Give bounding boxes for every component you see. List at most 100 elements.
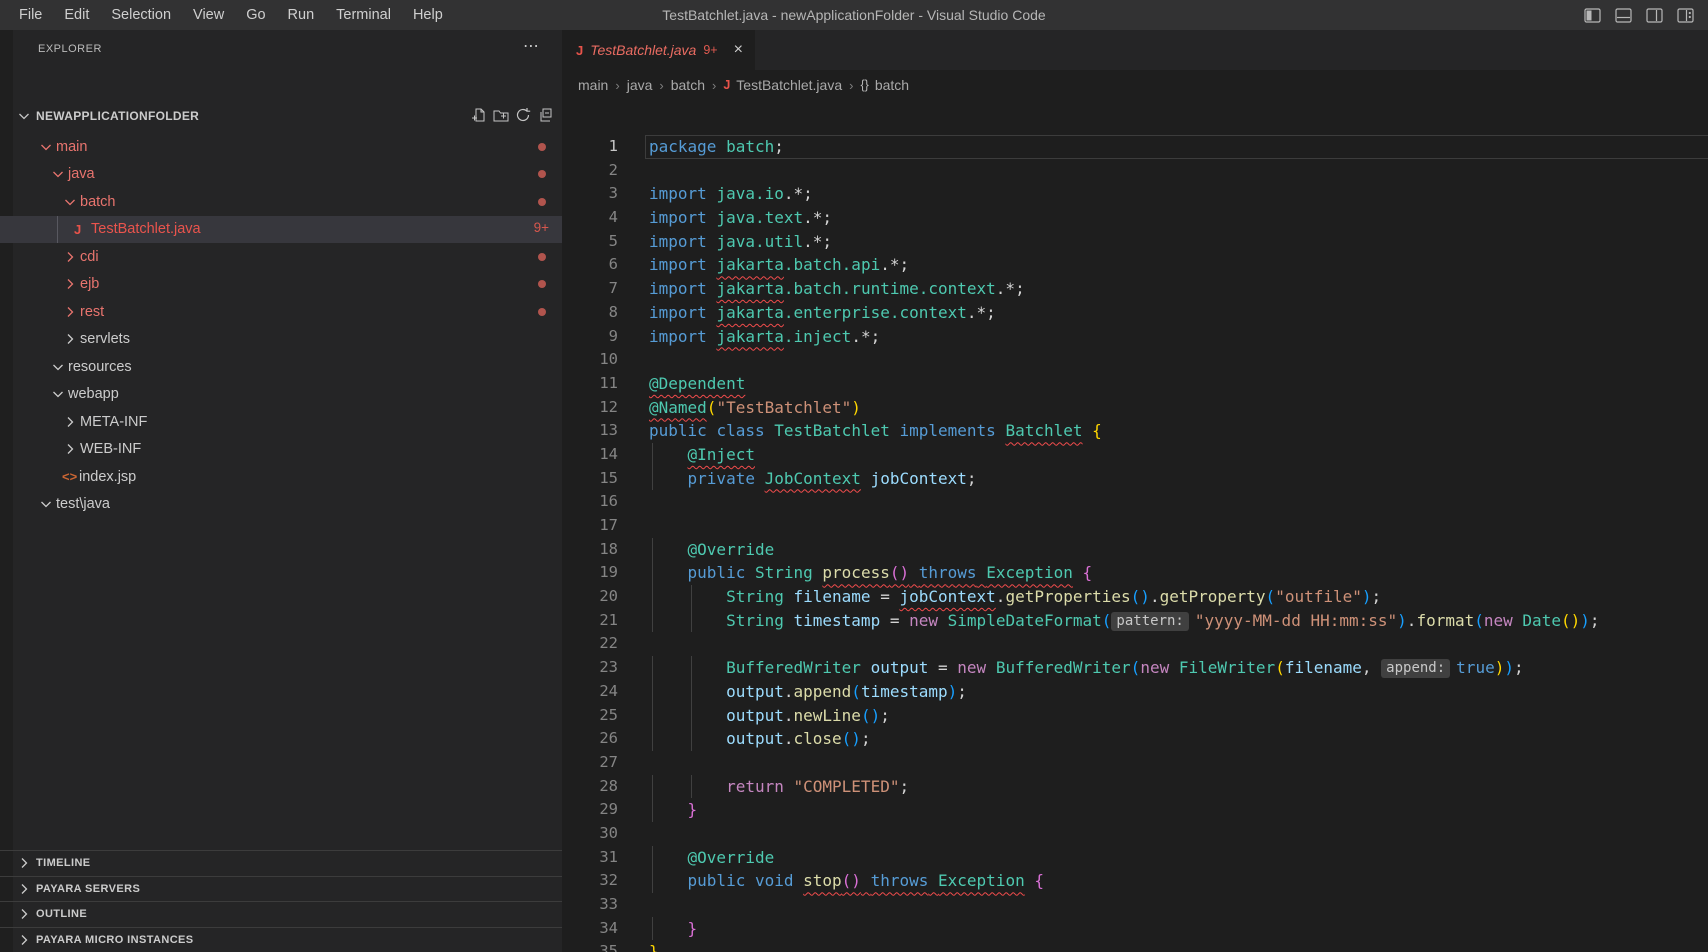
menu-edit[interactable]: Edit — [53, 0, 100, 30]
panel-timeline[interactable]: TIMELINE — [0, 850, 562, 876]
line-number[interactable]: 13 — [562, 419, 618, 443]
code-line-6[interactable]: 6import jakarta.batch.api.*; — [562, 253, 1708, 277]
folder-item-batch[interactable]: batch — [0, 188, 562, 216]
panel-outline[interactable]: OUTLINE — [0, 901, 562, 927]
folder-section-header[interactable]: NEWAPPLICATIONFOLDER — [0, 103, 562, 129]
menu-view[interactable]: View — [182, 0, 235, 30]
menu-selection[interactable]: Selection — [100, 0, 182, 30]
toggle-primary-sidebar-icon[interactable] — [1584, 8, 1601, 23]
code-line-9[interactable]: 9import jakarta.inject.*; — [562, 325, 1708, 349]
folder-item-servlets[interactable]: servlets — [0, 326, 562, 354]
line-number[interactable]: 28 — [562, 775, 618, 799]
breadcrumb-item-testbatchlet-java[interactable]: JTestBatchlet.java — [723, 77, 842, 93]
line-number[interactable]: 24 — [562, 680, 618, 704]
code-line-22[interactable]: 22 — [562, 632, 1708, 656]
line-number[interactable]: 33 — [562, 893, 618, 917]
code-line-3[interactable]: 3import java.io.*; — [562, 182, 1708, 206]
menu-terminal[interactable]: Terminal — [325, 0, 402, 30]
code-line-30[interactable]: 30 — [562, 822, 1708, 846]
line-number[interactable]: 27 — [562, 751, 618, 775]
line-number[interactable]: 8 — [562, 301, 618, 325]
menu-file[interactable]: File — [8, 0, 53, 30]
code-line-24[interactable]: 24 output.append(timestamp); — [562, 680, 1708, 704]
code-line-8[interactable]: 8import jakarta.enterprise.context.*; — [562, 301, 1708, 325]
folder-item-meta-inf[interactable]: META-INF — [0, 408, 562, 436]
code-line-29[interactable]: 29 } — [562, 798, 1708, 822]
line-number[interactable]: 23 — [562, 656, 618, 680]
file-item-testbatchlet-java[interactable]: JTestBatchlet.java9+ — [0, 216, 562, 244]
folder-item-ejb[interactable]: ejb — [0, 271, 562, 299]
line-number[interactable]: 3 — [562, 182, 618, 206]
line-number[interactable]: 4 — [562, 206, 618, 230]
code-line-26[interactable]: 26 output.close(); — [562, 727, 1708, 751]
line-number[interactable]: 9 — [562, 325, 618, 349]
code-line-21[interactable]: 21 String timestamp = new SimpleDateForm… — [562, 609, 1708, 633]
line-number[interactable]: 16 — [562, 490, 618, 514]
line-number[interactable]: 34 — [562, 917, 618, 941]
code-line-23[interactable]: 23 BufferedWriter output = new BufferedW… — [562, 656, 1708, 680]
code-line-1[interactable]: 1package batch; — [562, 135, 1708, 159]
line-number[interactable]: 20 — [562, 585, 618, 609]
file-item-index-jsp[interactable]: <>index.jsp — [0, 463, 562, 491]
code-line-10[interactable]: 10 — [562, 348, 1708, 372]
close-icon[interactable]: × — [732, 41, 745, 59]
code-line-19[interactable]: 19 public String process() throws Except… — [562, 561, 1708, 585]
line-number[interactable]: 21 — [562, 609, 618, 633]
code-line-4[interactable]: 4import java.text.*; — [562, 206, 1708, 230]
line-number[interactable]: 18 — [562, 538, 618, 562]
line-number[interactable]: 2 — [562, 159, 618, 183]
menu-run[interactable]: Run — [277, 0, 326, 30]
folder-item-resources[interactable]: resources — [0, 353, 562, 381]
code-line-2[interactable]: 2 — [562, 159, 1708, 183]
line-number[interactable]: 35 — [562, 940, 618, 952]
line-number[interactable]: 31 — [562, 846, 618, 870]
code-line-32[interactable]: 32 public void stop() throws Exception { — [562, 869, 1708, 893]
code-line-18[interactable]: 18 @Override — [562, 538, 1708, 562]
new-folder-icon[interactable] — [493, 107, 509, 123]
folder-item-main[interactable]: main — [0, 133, 562, 161]
folder-item-webapp[interactable]: webapp — [0, 381, 562, 409]
collapse-folders-icon[interactable] — [537, 107, 553, 123]
panel-payara-servers[interactable]: PAYARA SERVERS — [0, 876, 562, 902]
line-number[interactable]: 26 — [562, 727, 618, 751]
line-number[interactable]: 32 — [562, 869, 618, 893]
line-number[interactable]: 6 — [562, 253, 618, 277]
folder-item-cdi[interactable]: cdi — [0, 243, 562, 271]
toggle-panel-icon[interactable] — [1615, 8, 1632, 23]
code-line-16[interactable]: 16 — [562, 490, 1708, 514]
code-line-27[interactable]: 27 — [562, 751, 1708, 775]
code-line-12[interactable]: 12@Named("TestBatchlet") — [562, 396, 1708, 420]
code-line-11[interactable]: 11@Dependent — [562, 372, 1708, 396]
folder-item-web-inf[interactable]: WEB-INF — [0, 436, 562, 464]
line-number[interactable]: 15 — [562, 467, 618, 491]
code-line-7[interactable]: 7import jakarta.batch.runtime.context.*; — [562, 277, 1708, 301]
line-number[interactable]: 19 — [562, 561, 618, 585]
menu-help[interactable]: Help — [402, 0, 454, 30]
line-number[interactable]: 12 — [562, 396, 618, 420]
code-line-35[interactable]: 35} — [562, 940, 1708, 952]
code-line-5[interactable]: 5import java.util.*; — [562, 230, 1708, 254]
refresh-explorer-icon[interactable] — [515, 107, 531, 123]
line-number[interactable]: 14 — [562, 443, 618, 467]
explorer-more-actions-icon[interactable]: ⋯ — [523, 36, 540, 56]
line-number[interactable]: 22 — [562, 632, 618, 656]
new-file-icon[interactable] — [471, 107, 487, 123]
tab-testbatchlet[interactable]: J TestBatchlet.java 9+ × — [562, 30, 755, 70]
line-number[interactable]: 25 — [562, 704, 618, 728]
code-editor[interactable]: 1package batch;23import java.io.*;4impor… — [562, 100, 1708, 952]
code-line-15[interactable]: 15 private JobContext jobContext; — [562, 467, 1708, 491]
line-number[interactable]: 7 — [562, 277, 618, 301]
menu-go[interactable]: Go — [235, 0, 276, 30]
code-line-33[interactable]: 33 — [562, 893, 1708, 917]
panel-payara-micro-instances[interactable]: PAYARA MICRO INSTANCES — [0, 927, 562, 952]
line-number[interactable]: 1 — [562, 135, 618, 159]
toggle-secondary-sidebar-icon[interactable] — [1646, 8, 1663, 23]
code-line-34[interactable]: 34 } — [562, 917, 1708, 941]
line-number[interactable]: 11 — [562, 372, 618, 396]
breadcrumb-item-main[interactable]: main — [578, 77, 608, 93]
folder-item-java[interactable]: java — [0, 161, 562, 189]
code-line-13[interactable]: 13public class TestBatchlet implements B… — [562, 419, 1708, 443]
code-line-25[interactable]: 25 output.newLine(); — [562, 704, 1708, 728]
folder-item-rest[interactable]: rest — [0, 298, 562, 326]
line-number[interactable]: 10 — [562, 348, 618, 372]
